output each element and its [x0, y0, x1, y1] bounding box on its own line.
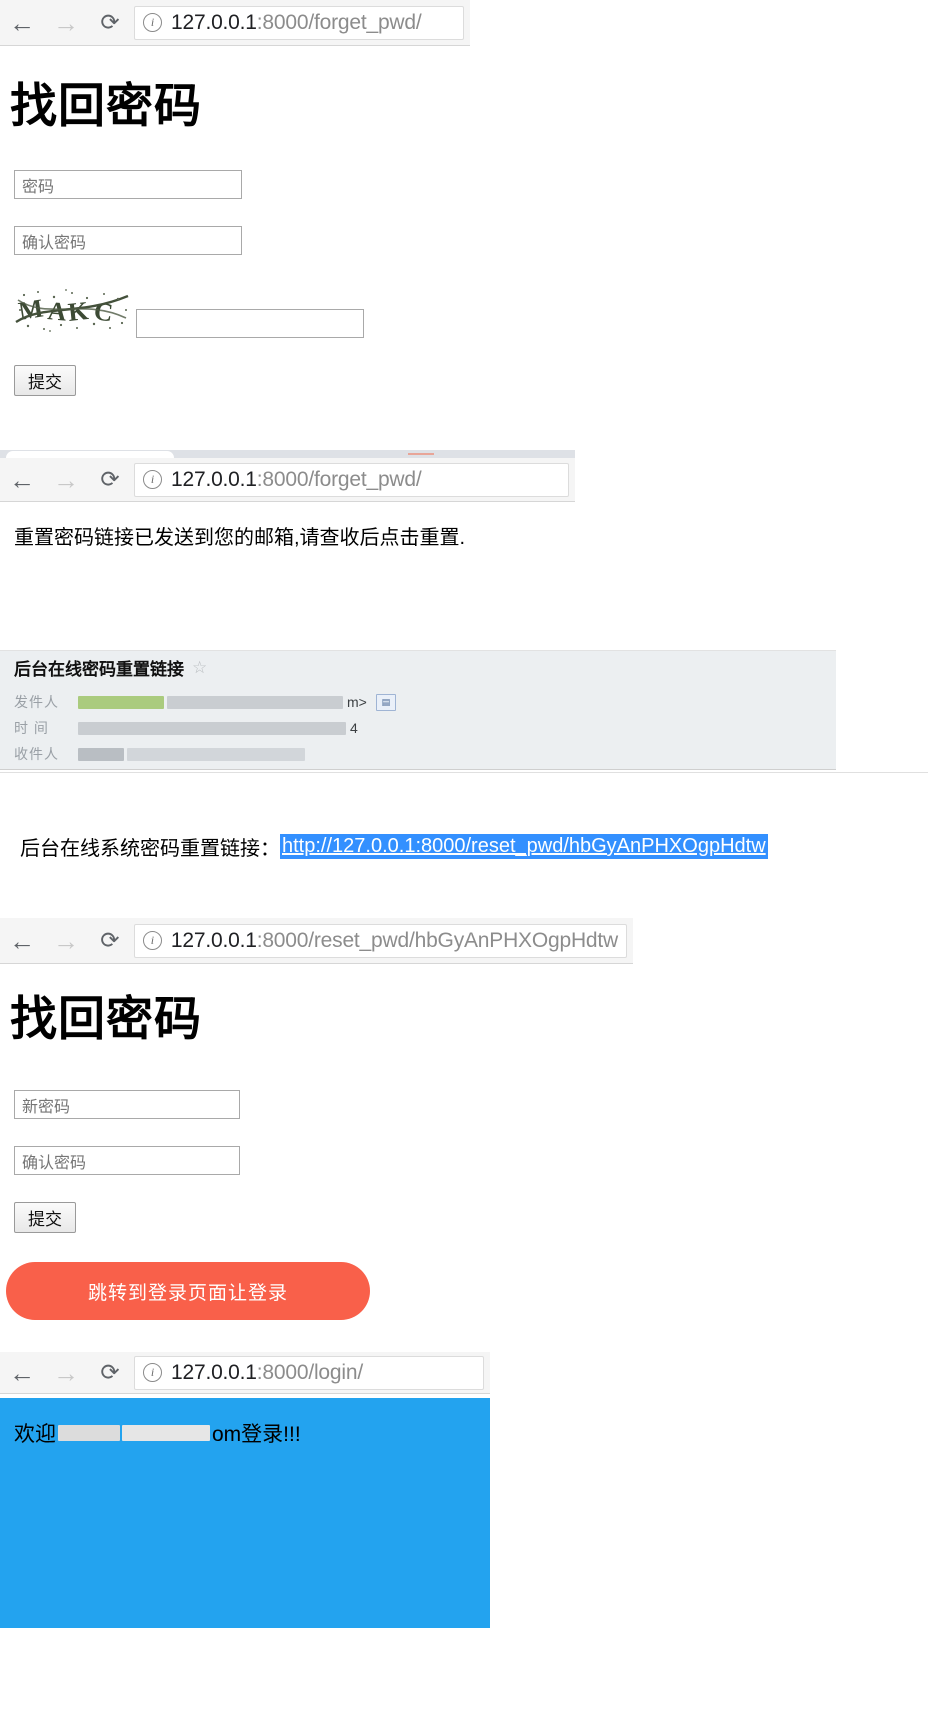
url-host: 127.0.0.1 — [170, 928, 257, 952]
redacted-username-extra — [122, 1425, 210, 1441]
captcha-input[interactable] — [136, 309, 364, 338]
confirm-new-password-input[interactable]: 确认密码 — [14, 1146, 240, 1175]
reload-icon[interactable]: ⟳ — [88, 1352, 132, 1393]
svg-text:K: K — [67, 296, 91, 327]
mail-sender-label: 发件人 — [14, 694, 59, 710]
password-input[interactable]: 密码 — [14, 170, 242, 199]
page-info-icon[interactable]: i — [143, 470, 162, 489]
url-host: 127.0.0.1 — [171, 10, 257, 34]
browser-chrome-3: ← → ⟳ i 127.0.0.1:8000/reset_pwd/hbGyAnP… — [0, 918, 633, 964]
reset-password-link[interactable]: http://127.0.0.1:8000/reset_pwd/hbGyAnPH… — [280, 834, 768, 859]
mail-time-row: 时 间 4 — [14, 718, 434, 738]
reload-icon[interactable]: ⟳ — [88, 0, 132, 45]
login-welcome-text: 欢迎 om登录!!! — [14, 1418, 301, 1448]
tab-2[interactable] — [6, 451, 174, 458]
redacted-sender — [78, 695, 164, 709]
mail-subject-text: 后台在线密码重置链接 — [14, 660, 184, 679]
contact-card-icon[interactable]: ▤ — [375, 693, 396, 711]
back-arrow-icon[interactable]: ← — [0, 458, 44, 501]
url-path: :8000/forget_pwd/ — [256, 467, 422, 491]
forward-arrow-icon[interactable]: → — [44, 458, 88, 501]
page-info-icon[interactable]: i — [143, 13, 162, 32]
redacted-time — [78, 721, 346, 735]
confirm-password-input[interactable]: 确认密码 — [14, 226, 242, 255]
redacted-recipient — [78, 747, 124, 761]
new-password-input[interactable]: 新密码 — [14, 1090, 240, 1119]
mail-time-label: 时 间 — [14, 720, 49, 736]
star-outline-icon[interactable]: ☆ — [192, 658, 207, 678]
submit-button-forget[interactable]: 提交 — [14, 365, 76, 396]
redacted-sender-extra — [167, 695, 343, 709]
back-arrow-icon[interactable]: ← — [0, 918, 44, 963]
url-host: 127.0.0.1 — [171, 1360, 257, 1384]
mail-body-link-row: 后台在线系统密码重置链接： http://127.0.0.1:8000/rese… — [20, 832, 768, 861]
address-bar-2[interactable]: i 127.0.0.1:8000/forget_pwd/ — [134, 462, 569, 497]
browser-chrome-4: ← → ⟳ i 127.0.0.1:8000/login/ — [0, 1352, 490, 1394]
url-path: :8000/reset_pwd/hbGyAnPHXOgpHdtw — [256, 928, 619, 952]
reload-icon[interactable]: ⟳ — [88, 918, 132, 963]
screenshot-root: ← → ⟳ i 127.0.0.1:8000/forget_pwd/ 找回密码 … — [0, 0, 928, 1732]
page-info-icon[interactable]: i — [143, 1363, 162, 1382]
browser-chrome-2: ← → ⟳ i 127.0.0.1:8000/forget_pwd/ — [0, 458, 575, 502]
forward-arrow-icon[interactable]: → — [44, 1352, 88, 1393]
address-bar-1[interactable]: i 127.0.0.1:8000/forget_pwd/ — [134, 5, 464, 40]
mail-body-prefix: 后台在线系统密码重置链接： — [20, 838, 280, 860]
url-path: :8000/forget_pwd/ — [256, 10, 422, 34]
browser-chrome-1: ← → ⟳ i 127.0.0.1:8000/forget_pwd/ — [0, 0, 470, 46]
mail-recipient-label: 收件人 — [14, 746, 59, 762]
url-path: :8000/login/ — [256, 1360, 363, 1384]
mail-sender-tail: m> — [347, 694, 367, 710]
page-title-forget: 找回密码 — [10, 79, 202, 132]
reload-icon[interactable]: ⟳ — [88, 458, 132, 501]
submit-button-reset[interactable]: 提交 — [14, 1202, 76, 1233]
tab-accent-line — [408, 453, 434, 455]
captcha-image[interactable]: M A K C — [14, 286, 130, 332]
mail-card-divider — [0, 772, 928, 773]
mail-subject: 后台在线密码重置链接 ☆ — [14, 655, 207, 680]
back-arrow-icon[interactable]: ← — [0, 1352, 44, 1393]
welcome-suffix: om登录!!! — [212, 1423, 301, 1446]
mail-sender-row: 发件人 m> ▤ — [14, 692, 434, 712]
page-info-icon[interactable]: i — [142, 931, 162, 950]
redacted-username — [58, 1425, 120, 1441]
goto-login-button[interactable]: 跳转到登录页面让登录 — [6, 1262, 370, 1320]
redacted-recipient-extra — [127, 747, 305, 761]
address-bar-3[interactable]: i 127.0.0.1:8000/reset_pwd/hbGyAnPHXOgpH… — [133, 923, 627, 958]
page-title-reset: 找回密码 — [10, 992, 202, 1045]
url-host: 127.0.0.1 — [171, 467, 257, 491]
back-arrow-icon[interactable]: ← — [0, 0, 44, 45]
address-bar-4[interactable]: i 127.0.0.1:8000/login/ — [134, 1355, 484, 1390]
welcome-prefix: 欢迎 — [14, 1423, 56, 1446]
forward-arrow-icon[interactable]: → — [44, 918, 88, 963]
mail-sent-message: 重置密码链接已发送到您的邮箱,请查收后点击重置. — [14, 527, 466, 549]
mail-time-tail: 4 — [350, 720, 358, 736]
mail-recipient-row: 收件人 — [14, 744, 434, 764]
forward-arrow-icon[interactable]: → — [44, 0, 88, 45]
